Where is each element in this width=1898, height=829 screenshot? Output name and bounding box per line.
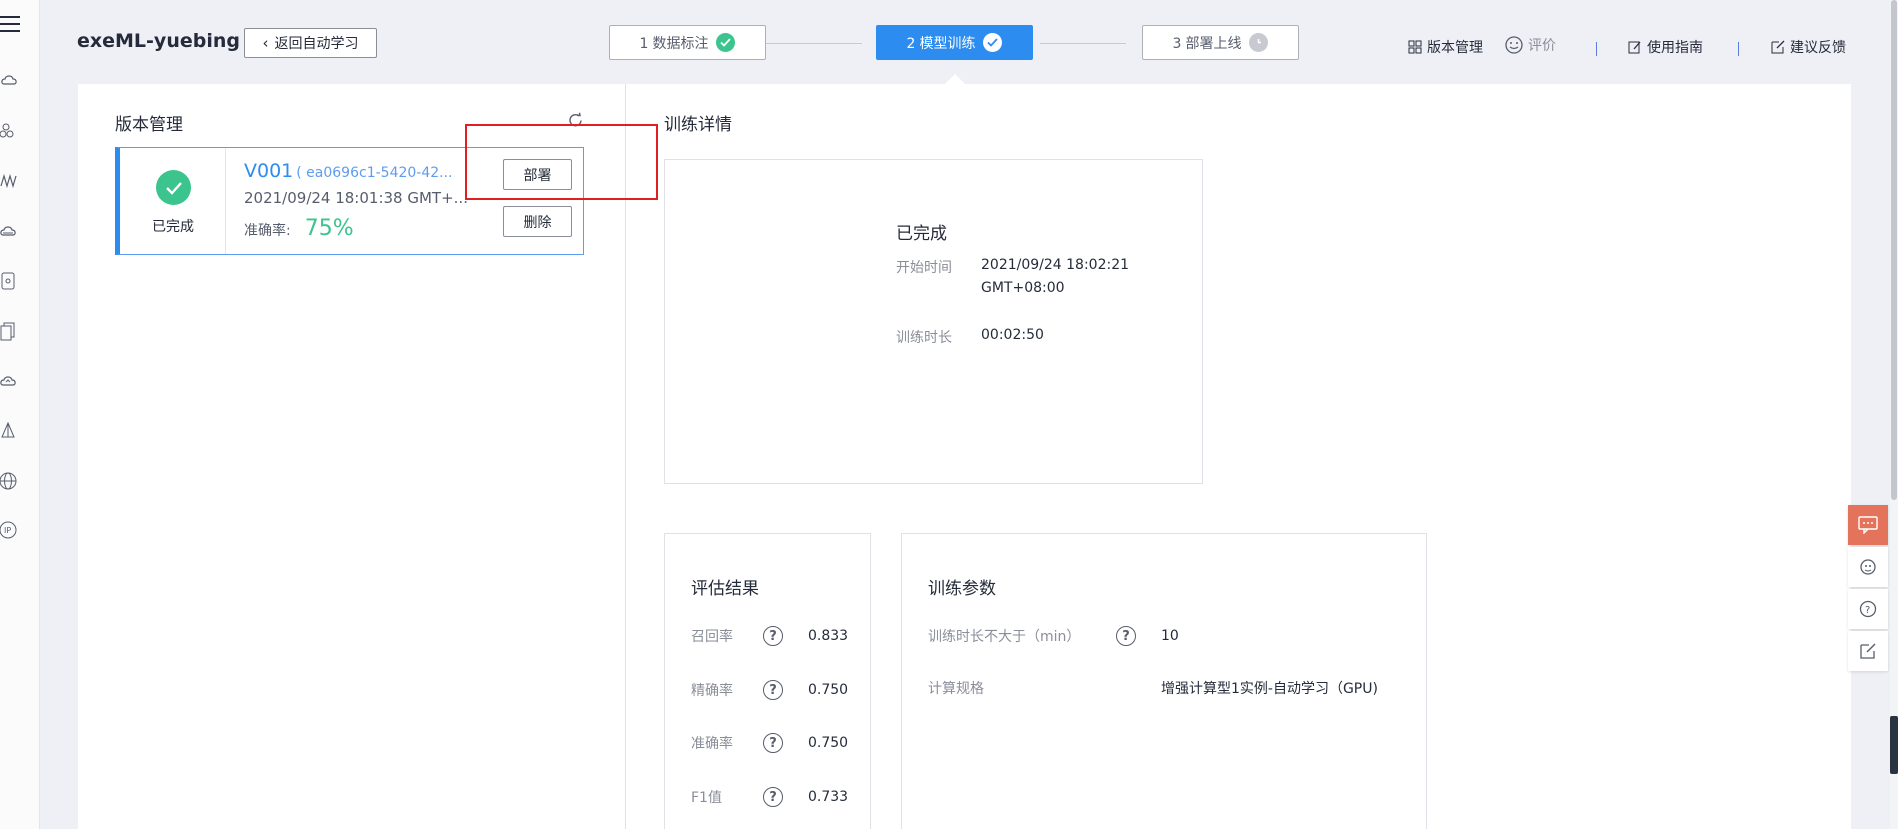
accuracy-metric-label: 准确率 (691, 736, 733, 752)
spec-value: 增强计算型1实例-自动学习（GPU) (1161, 681, 1378, 697)
version-uuid: ( ea0696c1-5420-42... (296, 165, 453, 181)
help-icon[interactable]: ? (763, 787, 783, 807)
version-management-label: 版本管理 (1427, 40, 1483, 56)
f1-label: F1值 (691, 790, 722, 806)
active-step-pointer (945, 74, 965, 84)
version-time: 2021/09/24 18:01:38 GMT+... (244, 189, 468, 207)
chevron-left-icon: ‹ (262, 34, 269, 52)
feedback-edit-icon (1771, 40, 1785, 54)
check-circle-icon (716, 33, 736, 52)
side-widget[interactable] (1890, 716, 1898, 774)
rate-link[interactable]: 评价 (1505, 35, 1556, 55)
step-connector (766, 43, 862, 44)
svg-text:IP: IP (4, 526, 11, 535)
accuracy-value: 75% (304, 216, 354, 241)
smile-icon (1505, 36, 1523, 54)
globe-icon[interactable] (0, 470, 22, 492)
separator (1738, 42, 1739, 56)
version-number: V001 (244, 160, 294, 182)
precision-label: 精确率 (691, 683, 733, 699)
precision-value: 0.750 (808, 682, 849, 698)
version-accuracy: 准确率: 75% (244, 216, 354, 241)
help-icon[interactable]: ? (1116, 626, 1136, 646)
step-data-labeling[interactable]: 1 数据标注 (609, 25, 766, 60)
step-model-training[interactable]: 2 模型训练 (876, 25, 1033, 60)
duration-label: 训练时长 (896, 330, 952, 346)
scrollbar-thumb[interactable] (1891, 0, 1897, 500)
triangle-model-icon[interactable] (0, 420, 22, 442)
assistant-icon[interactable] (1848, 547, 1888, 587)
step-number: 1 (639, 35, 649, 52)
spec-label: 计算规格 (928, 681, 984, 697)
params-title: 训练参数 (928, 579, 996, 599)
hamburger-menu-icon[interactable] (0, 14, 22, 34)
duration-value: 00:02:50 (981, 327, 1044, 343)
cloud-sync-icon[interactable] (0, 370, 22, 392)
edit-note-icon[interactable] (1848, 631, 1888, 671)
delete-button[interactable]: 删除 (503, 206, 572, 237)
signal-wave-icon[interactable] (0, 170, 22, 192)
network-icon[interactable] (0, 120, 22, 142)
max-duration-label: 训练时长不大于（min） (928, 629, 1081, 645)
ip-icon[interactable]: IP (0, 519, 22, 541)
version-status-label: 已完成 (152, 219, 194, 235)
app-title: exeML-yuebing (77, 30, 240, 52)
svg-text:?: ? (1865, 605, 1870, 616)
start-time-value: 2021/09/24 18:02:21 (981, 257, 1130, 273)
version-status: 已完成 (120, 148, 226, 254)
user-guide-link[interactable]: 使用指南 (1628, 37, 1703, 57)
params-box: 训练参数 训练时长不大于（min） ? 10 计算规格 增强计算型1实例-自动学… (901, 533, 1427, 829)
stacked-files-icon[interactable] (0, 320, 22, 342)
step-connector (1040, 43, 1126, 44)
recall-label: 召回率 (691, 629, 733, 645)
accuracy-metric-value: 0.750 (808, 735, 849, 751)
step-label: 部署上线 (1185, 35, 1242, 52)
f1-value: 0.733 (808, 789, 849, 805)
separator (1596, 42, 1597, 56)
help-circle-icon[interactable]: ? (1848, 589, 1888, 629)
grid-icon (1408, 40, 1422, 54)
version-id[interactable]: V001( ea0696c1-5420-42... (244, 160, 453, 182)
back-button-label: 返回自动学习 (274, 36, 359, 52)
user-guide-label: 使用指南 (1647, 40, 1703, 56)
detail-status: 已完成 (896, 224, 947, 244)
eval-box: 评估结果 召回率 ? 0.833 精确率 ? 0.750 准确率 ? 0.750… (664, 533, 871, 829)
start-time-label: 开始时间 (896, 260, 952, 276)
max-duration-value: 10 (1161, 628, 1179, 644)
cloud-disk-icon[interactable] (0, 220, 22, 242)
eval-title: 评估结果 (691, 579, 759, 599)
help-icon[interactable]: ? (763, 680, 783, 700)
step-number: 2 (906, 35, 916, 52)
check-circle-icon (983, 33, 1003, 52)
detail-box: 已完成 开始时间 2021/09/24 18:02:21 GMT+08:00 训… (664, 159, 1203, 484)
feedback-label: 建议反馈 (1790, 40, 1846, 56)
cloud-server-icon[interactable] (0, 70, 22, 92)
help-icon[interactable]: ? (763, 733, 783, 753)
feedback-link[interactable]: 建议反馈 (1771, 37, 1846, 57)
step-label: 数据标注 (652, 35, 709, 52)
check-circle-icon (156, 170, 191, 205)
edit-doc-icon (1628, 41, 1641, 54)
accuracy-label: 准确率: (244, 223, 291, 239)
version-management-link[interactable]: 版本管理 (1408, 37, 1483, 57)
step-number: 3 (1172, 35, 1182, 52)
back-to-autolearn-button[interactable]: ‹ 返回自动学习 (244, 28, 377, 58)
rate-label: 评价 (1528, 38, 1556, 54)
step-label: 模型训练 (919, 35, 976, 52)
chat-icon[interactable] (1848, 505, 1888, 545)
floating-toolbar: ? (1848, 505, 1888, 675)
highlight-box (465, 124, 658, 200)
version-panel-title: 版本管理 (115, 115, 183, 135)
clock-icon (1249, 33, 1269, 52)
start-time-zone: GMT+08:00 (981, 280, 1065, 296)
detail-title: 训练详情 (664, 115, 732, 135)
recall-value: 0.833 (808, 628, 849, 644)
document-cloud-icon[interactable] (0, 270, 22, 292)
step-deploy[interactable]: 3 部署上线 (1142, 25, 1299, 60)
help-icon[interactable]: ? (763, 626, 783, 646)
left-rail: IP (0, 0, 40, 829)
